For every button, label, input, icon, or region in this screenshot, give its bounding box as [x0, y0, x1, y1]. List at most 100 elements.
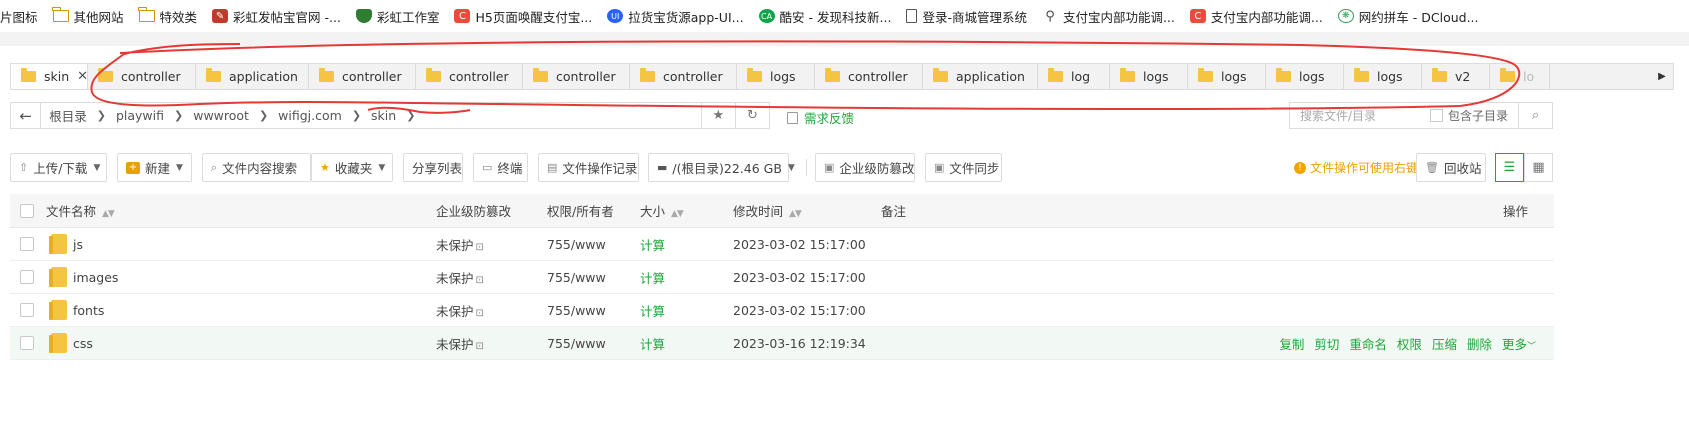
- share-list-button[interactable]: 分享列表: [403, 153, 463, 182]
- tab-skin[interactable]: skin ✕: [11, 64, 88, 89]
- content-search-button[interactable]: ⌕ 文件内容搜索: [202, 153, 311, 182]
- bookmark-item[interactable]: UI 拉货宝货源app-UI...: [599, 5, 750, 27]
- close-icon[interactable]: ✕: [77, 69, 88, 84]
- tab-controller[interactable]: controller: [309, 64, 416, 89]
- bookmark-item[interactable]: ⚲ 支付宝内部功能调...: [1034, 5, 1182, 27]
- sort-icon: ▲▼: [102, 209, 115, 219]
- tab-lo[interactable]: lo: [1490, 64, 1550, 89]
- document-icon: [906, 9, 918, 23]
- copy-action[interactable]: 复制: [1279, 337, 1304, 352]
- bookmark-item[interactable]: ✎ 彩虹发帖宝官网 -...: [204, 5, 348, 27]
- row-checkbox[interactable]: [20, 303, 34, 317]
- permission[interactable]: 755/www: [547, 303, 606, 318]
- col-mtime-header[interactable]: 修改时间 ▲▼: [733, 201, 802, 220]
- select-all-checkbox[interactable]: [20, 203, 34, 218]
- size-calc-link[interactable]: 计算: [640, 268, 665, 287]
- tab-controller[interactable]: controller: [523, 64, 630, 89]
- recycle-bin-button[interactable]: 🗑 回收站: [1416, 153, 1486, 182]
- search-input[interactable]: 搜索文件/目录: [1290, 107, 1430, 124]
- bookmark-item[interactable]: C H5页面唤醒支付宝...: [446, 5, 599, 27]
- include-subdir-checkbox[interactable]: 包含子目录: [1429, 107, 1508, 124]
- tab-label: controller: [663, 69, 723, 84]
- bookmark-item[interactable]: 其他网站: [45, 5, 131, 27]
- crumb-domain[interactable]: wifigj.com ❯: [278, 108, 371, 123]
- file-sync-button[interactable]: ▣ 文件同步: [925, 153, 1002, 182]
- crumb-skin[interactable]: skin ❯: [371, 108, 425, 123]
- operation-log-button[interactable]: ▤ 文件操作记录: [538, 153, 639, 182]
- upload-download-button[interactable]: ⇧ 上传/下载 ▼: [10, 153, 107, 182]
- list-view-icon[interactable]: ☰: [1495, 153, 1524, 182]
- tab-logs[interactable]: logs: [1188, 64, 1266, 89]
- file-name[interactable]: fonts: [73, 303, 104, 318]
- file-name[interactable]: css: [73, 336, 93, 351]
- tamper-protect-button[interactable]: ▣ 企业级防篡改: [815, 153, 915, 182]
- tab-scroll-right-icon[interactable]: ▶: [1651, 64, 1673, 89]
- tab-log[interactable]: log: [1038, 64, 1110, 89]
- rename-action[interactable]: 重命名: [1349, 337, 1387, 352]
- table-row[interactable]: images 未保护 ⊡ 755/www 计算 2023-03-02 15:17:…: [10, 261, 1554, 294]
- tab-controller[interactable]: controller: [88, 64, 196, 89]
- protect-label: 未保护: [436, 270, 474, 286]
- favorites-button[interactable]: ★ 收藏夹 ▼: [311, 153, 393, 182]
- file-name[interactable]: images: [73, 270, 118, 285]
- bookmark-item[interactable]: 登录-商城管理系统: [898, 5, 1034, 27]
- button-label: 文件内容搜索: [222, 161, 298, 176]
- col-size-header[interactable]: 大小 ▲▼: [640, 201, 684, 220]
- cut-action[interactable]: 剪切: [1314, 337, 1339, 352]
- search-icon: ⌕: [211, 160, 218, 174]
- bookmark-item[interactable]: ❋ 网约拼车 - DCloud...: [1330, 5, 1486, 27]
- tab-logs[interactable]: logs: [1266, 64, 1344, 89]
- size-calc-link[interactable]: 计算: [640, 235, 665, 254]
- tab-controller[interactable]: controller: [815, 64, 923, 89]
- new-button[interactable]: + 新建 ▼: [117, 153, 192, 182]
- tab-controller[interactable]: controller: [630, 64, 737, 89]
- more-action[interactable]: 更多﹀: [1502, 337, 1536, 352]
- search-icon[interactable]: ⌕: [1518, 103, 1552, 128]
- bookmark-item[interactable]: C 支付宝内部功能调...: [1182, 5, 1330, 27]
- chevron-right-icon: ❯: [258, 109, 269, 122]
- feedback-link[interactable]: 需求反馈: [787, 108, 854, 127]
- star-icon[interactable]: ★: [701, 102, 736, 129]
- table-row[interactable]: fonts 未保护 ⊡ 755/www 计算 2023-03-02 15:17:0…: [10, 294, 1554, 327]
- row-checkbox[interactable]: [20, 270, 34, 284]
- file-name[interactable]: js: [73, 237, 83, 252]
- bookmark-label: 片图标: [0, 9, 38, 25]
- permission[interactable]: 755/www: [547, 237, 606, 252]
- tab-logs[interactable]: logs: [1110, 64, 1188, 89]
- permission[interactable]: 755/www: [547, 336, 606, 351]
- tab-logs[interactable]: logs: [1344, 64, 1422, 89]
- size-calc-link[interactable]: 计算: [640, 334, 665, 353]
- terminal-button[interactable]: ▭ 终端: [473, 153, 528, 182]
- size-calc-link[interactable]: 计算: [640, 301, 665, 320]
- crumb-root[interactable]: 根目录 ❯: [49, 106, 116, 125]
- permission-action[interactable]: 权限: [1397, 337, 1422, 352]
- table-row[interactable]: js 未保护 ⊡ 755/www 计算 2023-03-02 15:17:00: [10, 228, 1554, 261]
- tab-controller[interactable]: controller: [416, 64, 523, 89]
- bookmark-label: 登录-商城管理系统: [922, 9, 1027, 25]
- folder-icon: [533, 68, 548, 82]
- bookmark-item[interactable]: CA 酷安 - 发现科技新...: [751, 5, 899, 27]
- permission[interactable]: 755/www: [547, 270, 606, 285]
- refresh-icon[interactable]: ↻: [735, 102, 770, 129]
- row-checkbox[interactable]: [20, 237, 34, 251]
- row-checkbox[interactable]: [20, 336, 34, 350]
- table-row[interactable]: css 未保护 ⊡ 755/www 计算 2023-03-16 12:19:34 …: [10, 327, 1554, 360]
- grid-view-icon[interactable]: ▦: [1524, 153, 1553, 182]
- col-name-header[interactable]: 文件名称 ▲▼: [46, 201, 115, 220]
- delete-action[interactable]: 删除: [1467, 337, 1492, 352]
- crumb-wwwroot[interactable]: wwwroot ❯: [193, 108, 278, 123]
- breadcrumb[interactable]: 根目录 ❯ playwifi ❯ wwwroot ❯ wifigj.com ❯ skin…: [41, 102, 702, 129]
- tab-logs[interactable]: logs: [737, 64, 815, 89]
- bookmark-item[interactable]: 彩虹工作室: [348, 5, 447, 27]
- back-arrow-icon[interactable]: ←: [10, 102, 42, 129]
- bookmark-item[interactable]: 片图标: [0, 5, 45, 27]
- disk-select[interactable]: ▬ /(根目录)22.46 GB ▼: [648, 153, 795, 182]
- bookmark-item[interactable]: 特效类: [131, 5, 205, 27]
- tab-application[interactable]: application: [923, 64, 1038, 89]
- compress-action[interactable]: 压缩: [1432, 337, 1457, 352]
- ui-site-icon: UI: [607, 9, 624, 23]
- tab-v2[interactable]: v2: [1422, 64, 1490, 89]
- crumb-playwifi[interactable]: playwifi ❯: [116, 108, 193, 123]
- button-label: 文件操作记录: [562, 161, 638, 176]
- tab-application[interactable]: application: [196, 64, 309, 89]
